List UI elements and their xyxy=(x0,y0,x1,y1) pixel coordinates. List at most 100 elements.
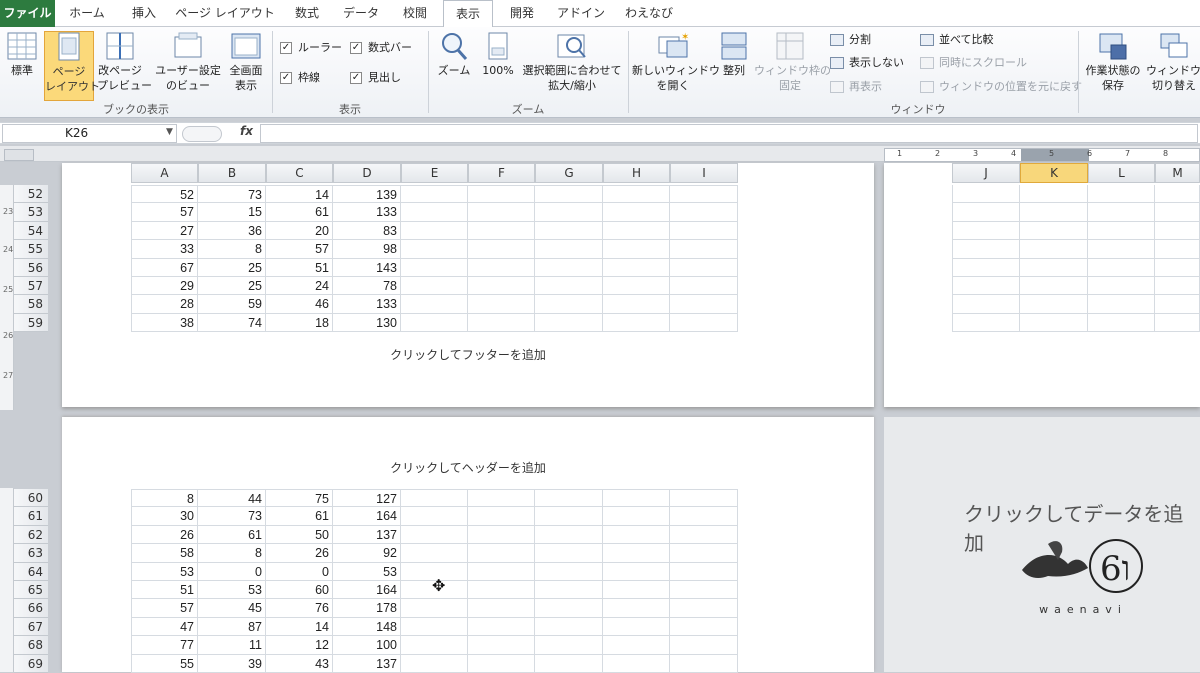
table-cell[interactable] xyxy=(401,221,468,241)
table-cell[interactable] xyxy=(670,221,738,241)
table-cell[interactable]: 67 xyxy=(131,258,198,277)
table-cell[interactable] xyxy=(401,240,468,259)
column-header-f[interactable]: F xyxy=(468,163,535,183)
table-cell[interactable]: 73 xyxy=(198,507,266,526)
table-cell[interactable]: 8 xyxy=(131,489,198,508)
table-cell[interactable]: 76 xyxy=(266,599,333,618)
table-cell[interactable]: 148 xyxy=(333,617,401,637)
table-cell[interactable]: 11 xyxy=(198,636,266,655)
table-cell[interactable] xyxy=(535,185,603,204)
table-cell[interactable]: 47 xyxy=(131,617,198,637)
table-cell[interactable]: 130 xyxy=(333,313,401,333)
table-cell[interactable] xyxy=(603,525,670,545)
table-cell[interactable] xyxy=(1020,258,1088,277)
table-cell[interactable] xyxy=(401,617,468,637)
formula-bar-checkbox[interactable]: ✓ 数式バー xyxy=(350,39,412,57)
table-cell[interactable]: 137 xyxy=(333,654,401,673)
page-layout-view-button[interactable]: ページ レイアウト xyxy=(44,31,100,101)
table-cell[interactable]: 15 xyxy=(198,203,266,222)
hide-window-button[interactable]: 表示しない xyxy=(830,54,904,72)
select-all-corner[interactable] xyxy=(4,149,34,161)
table-cell[interactable] xyxy=(670,636,738,655)
table-cell[interactable]: 53 xyxy=(333,562,401,581)
table-cell[interactable] xyxy=(401,203,468,222)
table-cell[interactable]: 0 xyxy=(266,562,333,581)
gridlines-checkbox[interactable]: ✓ 枠線 xyxy=(280,69,320,87)
table-cell[interactable]: 55 xyxy=(131,654,198,673)
table-cell[interactable] xyxy=(603,185,670,204)
table-cell[interactable] xyxy=(401,636,468,655)
table-cell[interactable] xyxy=(670,581,738,600)
table-cell[interactable]: 30 xyxy=(131,507,198,526)
table-cell[interactable] xyxy=(468,654,535,673)
table-cell[interactable]: 61 xyxy=(198,525,266,545)
table-cell[interactable] xyxy=(952,277,1020,296)
column-header-l[interactable]: L xyxy=(1088,163,1155,183)
zoom-to-selection-button[interactable]: 選択範囲に合わせて 拡大/縮小 xyxy=(520,31,624,93)
table-cell[interactable] xyxy=(535,617,603,637)
table-cell[interactable] xyxy=(603,258,670,277)
table-cell[interactable] xyxy=(401,277,468,296)
table-cell[interactable] xyxy=(670,654,738,673)
table-cell[interactable] xyxy=(1155,240,1200,259)
table-cell[interactable] xyxy=(535,313,603,333)
row-header[interactable]: 56 xyxy=(14,258,48,277)
table-cell[interactable] xyxy=(670,617,738,637)
table-cell[interactable] xyxy=(1088,313,1155,333)
table-cell[interactable] xyxy=(1155,258,1200,277)
fullscreen-button[interactable]: 全画面 表示 xyxy=(226,31,266,93)
column-header-m[interactable]: M xyxy=(1155,163,1200,183)
table-cell[interactable] xyxy=(603,277,670,296)
table-cell[interactable] xyxy=(1088,277,1155,296)
table-cell[interactable] xyxy=(535,544,603,563)
tab-home[interactable]: ホーム xyxy=(62,0,112,27)
table-cell[interactable]: 92 xyxy=(333,544,401,563)
table-cell[interactable] xyxy=(535,258,603,277)
table-cell[interactable]: 87 xyxy=(198,617,266,637)
table-cell[interactable] xyxy=(468,185,535,204)
table-cell[interactable] xyxy=(670,277,738,296)
table-cell[interactable] xyxy=(401,185,468,204)
table-cell[interactable] xyxy=(952,258,1020,277)
table-cell[interactable]: 8 xyxy=(198,240,266,259)
table-cell[interactable]: 0 xyxy=(198,562,266,581)
table-cell[interactable] xyxy=(603,599,670,618)
table-cell[interactable] xyxy=(1020,277,1088,296)
table-cell[interactable]: 139 xyxy=(333,185,401,204)
table-cell[interactable] xyxy=(468,203,535,222)
tab-file[interactable]: ファイル xyxy=(0,0,55,27)
custom-views-button[interactable]: ユーザー設定 のビュー xyxy=(152,31,224,93)
table-cell[interactable] xyxy=(603,240,670,259)
row-header[interactable]: 69 xyxy=(14,654,48,673)
tab-developer[interactable]: 開発 xyxy=(500,0,544,27)
table-cell[interactable]: 12 xyxy=(266,636,333,655)
arrange-button[interactable]: 整列 xyxy=(716,31,752,78)
table-cell[interactable] xyxy=(952,240,1020,259)
table-cell[interactable]: 50 xyxy=(266,525,333,545)
table-cell[interactable]: 18 xyxy=(266,313,333,333)
table-cell[interactable]: 26 xyxy=(266,544,333,563)
table-cell[interactable] xyxy=(535,599,603,618)
table-cell[interactable] xyxy=(603,581,670,600)
table-cell[interactable] xyxy=(670,599,738,618)
name-box[interactable]: K26 xyxy=(2,124,177,143)
table-cell[interactable] xyxy=(670,240,738,259)
row-header[interactable]: 58 xyxy=(14,295,48,314)
table-cell[interactable]: 137 xyxy=(333,525,401,545)
table-cell[interactable]: 100 xyxy=(333,636,401,655)
table-cell[interactable]: 75 xyxy=(266,489,333,508)
table-cell[interactable]: 29 xyxy=(131,277,198,296)
table-cell[interactable] xyxy=(468,221,535,241)
table-cell[interactable] xyxy=(670,525,738,545)
table-cell[interactable] xyxy=(1155,313,1200,333)
table-cell[interactable] xyxy=(401,525,468,545)
table-cell[interactable] xyxy=(603,203,670,222)
table-cell[interactable]: 164 xyxy=(333,581,401,600)
table-cell[interactable] xyxy=(401,258,468,277)
table-cell[interactable] xyxy=(603,507,670,526)
row-header[interactable]: 60 xyxy=(14,489,48,508)
table-cell[interactable] xyxy=(401,489,468,508)
column-header-j[interactable]: J xyxy=(952,163,1020,183)
row-header[interactable]: 66 xyxy=(14,599,48,618)
chevron-down-icon[interactable]: ▼ xyxy=(166,127,173,137)
